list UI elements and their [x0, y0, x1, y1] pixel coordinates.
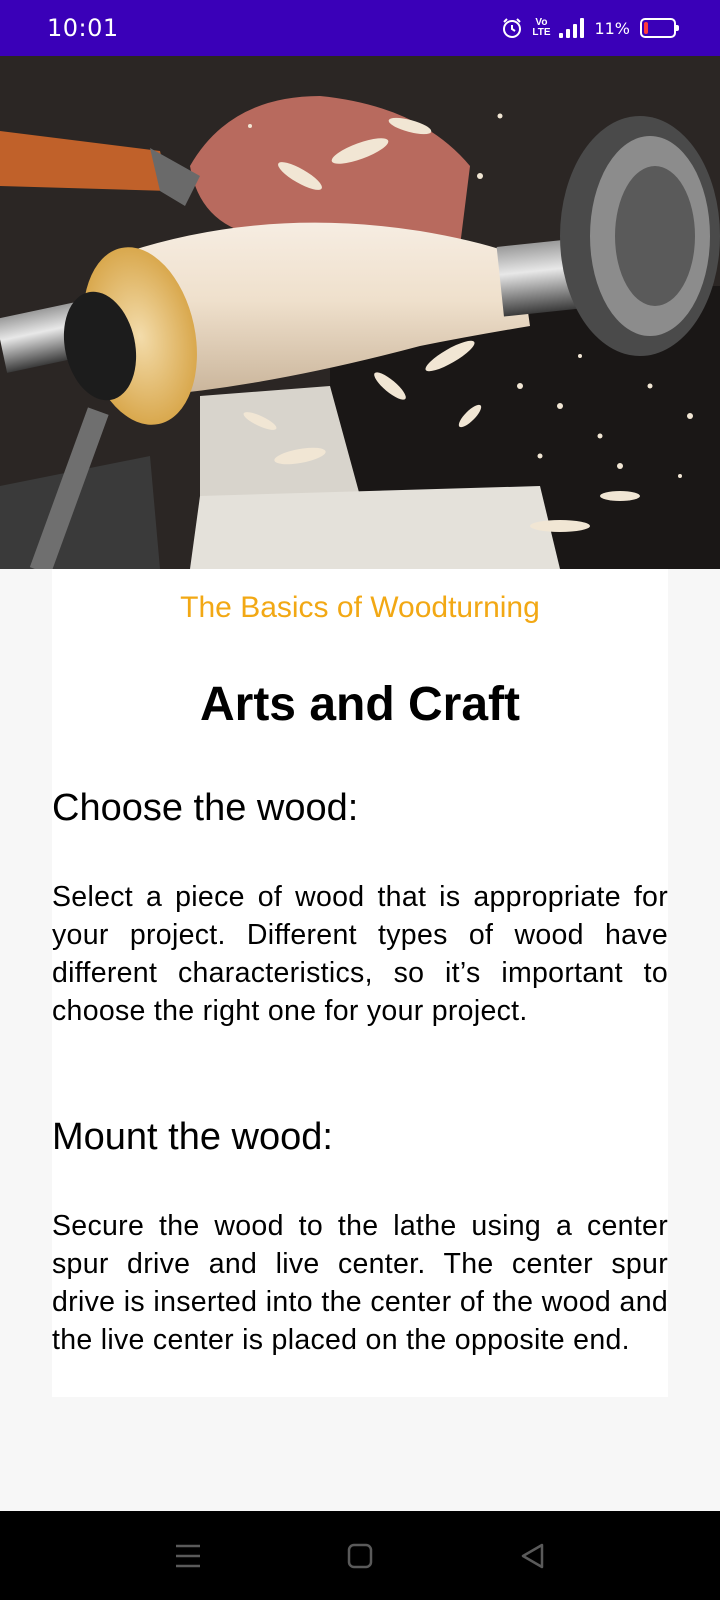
- article-title: Arts and Craft: [199, 678, 521, 731]
- section-body-mount: Secure the wood to the lathe using a cen…: [52, 1210, 668, 1356]
- back-icon[interactable]: [515, 1539, 549, 1573]
- home-icon[interactable]: [343, 1539, 377, 1573]
- section-heading-choose: Choose the wood:: [52, 787, 359, 829]
- article-card: The Basics of Woodturning Arts and Craft…: [52, 569, 668, 1397]
- article-subtitle: The Basics of Woodturning: [180, 591, 540, 624]
- battery-percent: 11%: [594, 18, 630, 38]
- battery-fill: [644, 22, 648, 34]
- section-body-choose: Select a piece of wood that is appropria…: [52, 881, 668, 1027]
- status-time: 10:01: [47, 14, 119, 42]
- section-heading-mount: Mount the wood:: [52, 1116, 333, 1158]
- alarm-icon: [501, 17, 523, 39]
- signal-icon: [559, 18, 585, 38]
- volte-icon: Vo LTE: [532, 17, 551, 38]
- status-icons: Vo LTE 11%: [501, 17, 679, 39]
- navigation-bar: [0, 1511, 720, 1600]
- battery-icon: [640, 18, 679, 38]
- status-bar: 10:01 Vo LTE 11%: [0, 0, 720, 56]
- menu-icon[interactable]: [171, 1539, 205, 1573]
- wood-lathe-photo: [0, 56, 720, 569]
